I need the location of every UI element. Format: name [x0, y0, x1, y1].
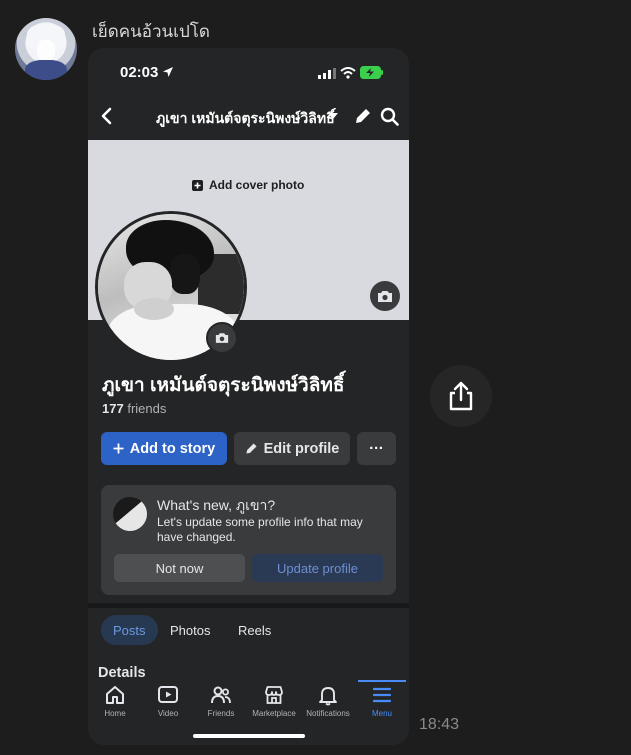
profile-name: ภูเขา เหมันต์จตุระนิพงษ์วิลิทธิ์: [102, 375, 345, 396]
card-title: What's new, ภูเขา?: [157, 497, 276, 513]
not-now-button[interactable]: Not now: [114, 554, 245, 582]
section-divider: [88, 603, 409, 608]
home-icon: [106, 686, 124, 704]
nav-video[interactable]: Video: [141, 684, 195, 718]
menu-icon: [372, 687, 392, 703]
tab-posts[interactable]: Posts: [101, 615, 158, 645]
nav-home-label: Home: [104, 709, 126, 718]
nav-video-label: Video: [157, 709, 179, 718]
edit-profile-button[interactable]: Edit profile: [234, 432, 350, 465]
edit-profile-label: Edit profile: [263, 440, 340, 457]
marketplace-icon: [265, 686, 283, 704]
search-icon[interactable]: [380, 107, 399, 126]
nav-menu[interactable]: Menu: [355, 684, 409, 718]
nav-friends-label: Friends: [207, 709, 235, 718]
card-avatar: [113, 497, 147, 531]
wifi-icon: [340, 67, 356, 79]
nav-marketplace-label: Marketplace: [252, 709, 296, 718]
add-to-story-label: Add to story: [129, 440, 216, 457]
friends-count-number: 177: [102, 401, 124, 416]
caret-down-icon[interactable]: [328, 113, 338, 120]
profile-navbar: ภูเขา เหมันต์จตุระนิพงษ์วิลิทธิ์: [88, 96, 409, 140]
sender-name: เย็ดคนอ้วนเปโด: [92, 22, 210, 41]
profile-update-card: What's new, ภูเขา? Let's update some pro…: [101, 485, 396, 595]
cellular-signal-icon: [318, 68, 336, 79]
battery-charging-icon: [360, 66, 383, 79]
plus-icon: [113, 443, 124, 454]
status-bar: 02:03: [88, 48, 409, 96]
details-heading: Details: [98, 665, 146, 681]
tab-reels[interactable]: Reels: [226, 615, 283, 645]
video-icon: [158, 686, 178, 703]
bell-icon: [319, 687, 337, 706]
share-button[interactable]: [430, 365, 492, 427]
nav-menu-label: Menu: [371, 709, 392, 718]
status-time: 02:03: [120, 64, 159, 81]
pencil-icon: [246, 443, 257, 454]
friends-count-label: friends: [127, 401, 167, 416]
camera-icon: [378, 290, 392, 302]
friends-count[interactable]: 177 friends: [102, 401, 166, 416]
pencil-icon[interactable]: [354, 107, 372, 125]
back-chevron-icon[interactable]: [100, 106, 114, 126]
nav-marketplace[interactable]: Marketplace: [247, 684, 301, 718]
sender-avatar[interactable]: [15, 18, 77, 80]
profile-screenshot[interactable]: 02:03 ภูเขา เหมันต์จตุระนิพงษ์วิลิทธิ์ A…: [88, 48, 409, 745]
camera-icon: [215, 333, 229, 343]
nav-home[interactable]: Home: [88, 684, 142, 718]
add-photo-icon: [192, 179, 203, 191]
navbar-profile-name[interactable]: ภูเขา เหมันต์จตุระนิพงษ์วิลิทธิ์: [156, 108, 335, 130]
profile-picture-camera-button[interactable]: [206, 322, 238, 354]
card-description: Let's update some profile info that may …: [157, 515, 363, 544]
add-cover-photo-button[interactable]: Add cover photo: [192, 178, 304, 192]
message-timestamp: 18:43: [419, 716, 460, 733]
nav-friends[interactable]: Friends: [194, 684, 248, 718]
home-indicator[interactable]: [193, 734, 305, 738]
tab-photos[interactable]: Photos: [158, 615, 222, 645]
friends-icon: [211, 686, 231, 704]
more-options-button[interactable]: ···: [357, 432, 396, 465]
update-profile-button[interactable]: Update profile: [252, 554, 383, 582]
share-icon: [449, 381, 473, 411]
add-cover-photo-label: Add cover photo: [209, 178, 305, 192]
active-tab-indicator: [358, 680, 406, 682]
add-to-story-button[interactable]: Add to story: [101, 432, 227, 465]
cover-camera-button[interactable]: [370, 281, 400, 311]
location-arrow-icon: [163, 67, 173, 77]
nav-notifications[interactable]: Notifications: [301, 684, 355, 718]
nav-notifications-label: Notifications: [306, 709, 350, 718]
more-options-label: ···: [369, 440, 384, 457]
